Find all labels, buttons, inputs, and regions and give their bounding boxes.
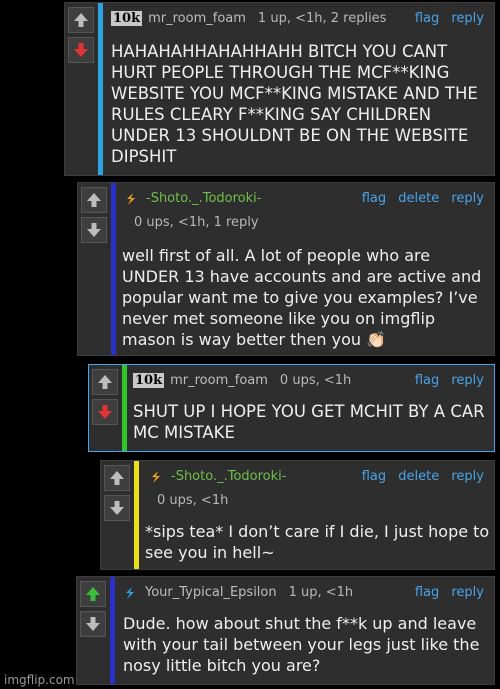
comment-meta: 1 up, <1h: [288, 585, 354, 600]
comment-text: well first of all. A lot of people who a…: [122, 246, 482, 349]
arrow-down-icon: [110, 501, 124, 515]
comment-text: *sips tea* I don’t care if I die, I just…: [145, 522, 490, 562]
user-rank-badge: 10k: [111, 11, 143, 26]
vote-controls: [101, 461, 133, 521]
arrow-down-icon: [74, 43, 88, 57]
lightning-bolt-icon: [152, 470, 160, 483]
thread-bar: [98, 3, 103, 175]
comment-text: Dude. how about shut the f**k up and lea…: [123, 614, 480, 675]
flag-link[interactable]: flag: [415, 585, 439, 600]
arrow-up-icon: [74, 13, 88, 27]
arrow-up-icon: [87, 193, 101, 207]
comment-3: 10k mr_room_foam 0 ups, <1h flag reply S…: [88, 364, 495, 452]
upvote-button[interactable]: [92, 369, 118, 395]
reply-link[interactable]: reply: [451, 373, 484, 388]
downvote-button[interactable]: [104, 495, 130, 521]
arrow-down-icon: [87, 223, 101, 237]
reply-link[interactable]: reply: [451, 11, 484, 26]
delete-link[interactable]: delete: [398, 191, 439, 206]
comment-1: 10k mr_room_foam 1 up, <1h, 2 replies fl…: [64, 2, 495, 176]
thread-bar: [111, 183, 116, 355]
delete-link[interactable]: delete: [398, 469, 439, 484]
comment-meta: 0 ups, <1h: [279, 373, 352, 388]
reply-link[interactable]: reply: [451, 191, 484, 206]
comment-meta: 1 up, <1h, 2 replies: [257, 11, 387, 26]
comment-4: -Shoto._.Todoroki- 0 ups, <1h flag delet…: [100, 460, 495, 570]
upvote-button[interactable]: [104, 465, 130, 491]
vote-controls: [78, 183, 110, 243]
comment-text: HAHAHAHHAHAHHAHH BITCH YOU CANT HURT PEO…: [111, 42, 478, 166]
vote-controls: [65, 3, 97, 63]
username-link[interactable]: -Shoto._.Todoroki-: [146, 191, 261, 206]
flag-link[interactable]: flag: [362, 191, 386, 206]
lightning-bolt-icon: [126, 586, 134, 599]
flag-link[interactable]: flag: [362, 469, 386, 484]
comment-meta: 0 ups, <1h, 1 reply: [134, 215, 259, 230]
imgflip-watermark: imgflip.com: [4, 673, 75, 687]
username-link[interactable]: mr_room_foam: [148, 11, 246, 26]
thread-bar: [122, 365, 127, 451]
arrow-up-icon: [110, 471, 124, 485]
arrow-down-icon: [86, 617, 100, 631]
downvote-button[interactable]: [80, 611, 106, 637]
username-link[interactable]: mr_room_foam: [170, 373, 268, 388]
lightning-bolt-icon: [127, 192, 135, 205]
arrow-down-icon: [98, 405, 112, 419]
username-link[interactable]: Your_Typical_Epsilon: [145, 585, 277, 600]
thread-bar: [134, 461, 139, 569]
vote-controls: [89, 365, 121, 425]
flag-link[interactable]: flag: [415, 11, 439, 26]
reply-link[interactable]: reply: [451, 469, 484, 484]
upvote-button[interactable]: [81, 187, 107, 213]
comment-text: SHUT UP I HOPE YOU GET MCHIT BY A CAR MC…: [133, 402, 485, 442]
username-link[interactable]: -Shoto._.Todoroki-: [171, 469, 286, 484]
downvote-button[interactable]: [68, 37, 94, 63]
downvote-button[interactable]: [81, 217, 107, 243]
arrow-up-icon: [86, 587, 100, 601]
upvote-button[interactable]: [68, 7, 94, 33]
comment-5: Your_Typical_Epsilon 1 up, <1h flag repl…: [76, 576, 495, 685]
downvote-button[interactable]: [92, 399, 118, 425]
user-rank-badge: 10k: [133, 373, 165, 388]
vote-controls: [77, 577, 109, 637]
flag-link[interactable]: flag: [415, 373, 439, 388]
comment-2: -Shoto._.Todoroki- 0 ups, <1h, 1 reply f…: [77, 182, 495, 356]
thread-bar: [110, 577, 115, 684]
upvote-button[interactable]: [80, 581, 106, 607]
arrow-up-icon: [98, 375, 112, 389]
comment-meta: 0 ups, <1h: [157, 493, 229, 508]
reply-link[interactable]: reply: [451, 585, 484, 600]
